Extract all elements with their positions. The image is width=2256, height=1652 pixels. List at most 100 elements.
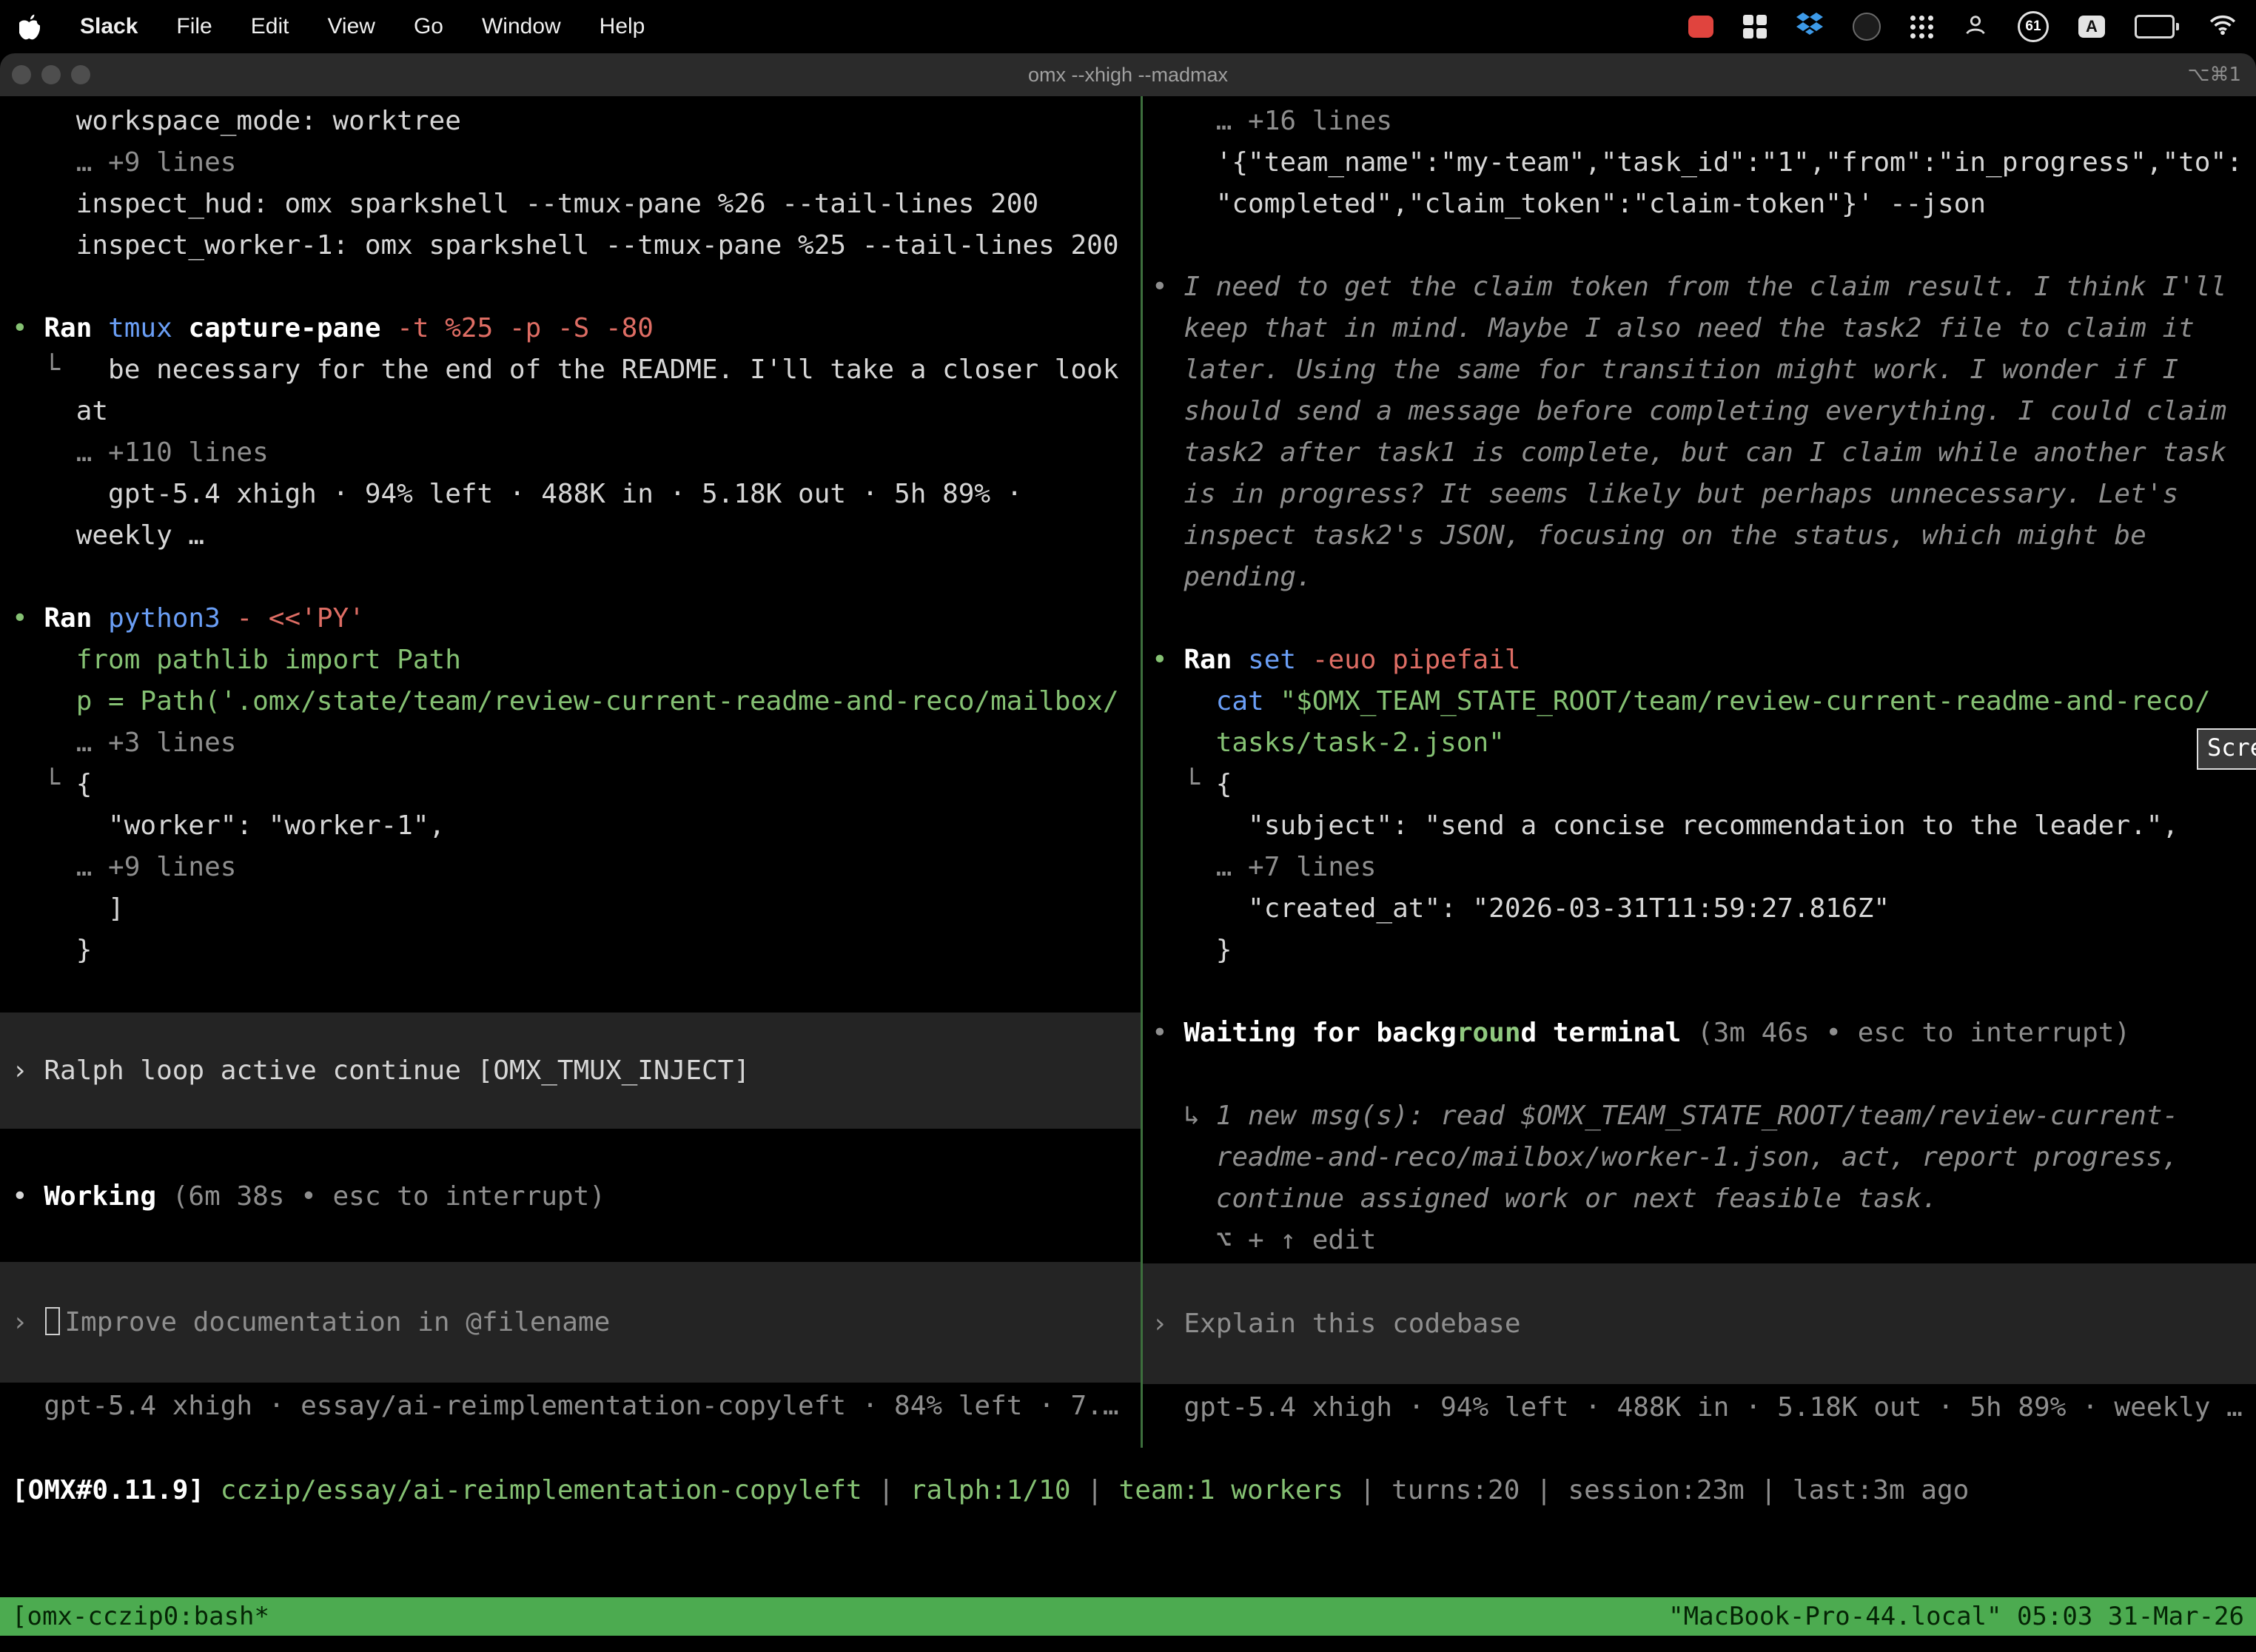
menu-app-name[interactable]: Slack [80,14,138,39]
text-segment: … +3 lines [12,728,236,758]
omx-branch: cczip/essay/ai-reimplementation-copyleft [221,1475,862,1505]
text-segment: … +9 lines [12,852,236,882]
input-source-icon[interactable]: A [2078,16,2105,38]
text-segment: • [1152,1018,1184,1048]
title-bar[interactable]: omx --xhigh --madmax ⌥⌘1 [0,53,2256,97]
terminal-line: └ be necessary for the end of the README… [12,349,1141,391]
text-segment: weekly … [12,520,204,551]
text-segment: d terminal [1521,1018,1697,1048]
omx-ralph-counter: ralph:1/10 [910,1475,1071,1505]
text-segment: inspect task2's JSON, focusing on the st… [1152,520,2146,551]
text-segment: (3m 46s • esc to interrupt) [1697,1018,2130,1048]
terminal-line: cat "$OMX_TEAM_STATE_ROOT/team/review-cu… [1152,681,2256,722]
text-segment: • [1152,645,1184,675]
text-segment [1152,686,1216,716]
battery-percent-icon[interactable]: 61 [2018,11,2049,42]
omx-last-activity: last:3m ago [1793,1475,1969,1505]
terminal-line: weekly … [12,515,1141,557]
terminal-line: "completed","claim_token":"claim-token"}… [1152,184,2256,225]
screen: Slack File Edit View Go Window Help [0,0,2256,1652]
terminal-line: … +9 lines [12,142,1141,184]
text-segment: … +16 lines [1152,106,1392,136]
text-segment: capture-pane [188,313,397,343]
tmux-panes: workspace_mode: worktree … +9 lines insp… [0,96,2256,1448]
menu-help[interactable]: Help [600,14,645,39]
text-segment: workspace_mode: worktree [12,106,461,136]
mailbox-notice-line: ↳ 1 new msg(s): read $OMX_TEAM_STATE_ROO… [1152,1095,2256,1137]
dropbox-icon[interactable] [1796,13,1823,41]
thinking-line: • I need to get the claim token from the… [1152,266,2256,308]
spacer [12,1129,1141,1176]
text-segment: task2 after task1 is complete, but can I… [1152,437,2226,468]
terminal-line [12,266,1141,308]
terminal-line: inspect_worker-1: omx sparkshell --tmux-… [12,225,1141,266]
terminal-line: p = Path('.omx/state/team/review-current… [12,681,1141,722]
omx-team-workers: team:1 workers [1119,1475,1343,1505]
terminal-line: workspace_mode: worktree [12,101,1141,142]
menu-edit[interactable]: Edit [251,14,289,39]
terminal-line: '{"team_name":"my-team","task_id":"1","f… [1152,142,2256,184]
text-segment: Waiting for backg [1184,1018,1456,1048]
terminal-line [1152,225,2256,266]
text-segment: "created_at": "2026-03-31T11:59:27.816Z" [1152,893,1890,924]
person-icon[interactable] [1963,13,1988,41]
text-segment: python3 [108,603,236,634]
prompt-input-band-text: › Explain this codebase [1152,1303,1521,1345]
text-segment: be necessary for the end of the README. … [76,355,1119,385]
prompt-input-band-text: › Improve documentation in @filename [12,1302,610,1343]
terminal-line: should send a message before completing … [1152,391,2256,432]
prompt-input-band[interactable]: › Improve documentation in @filename [0,1262,1141,1383]
terminal-line: tasks/task-2.json" [1152,722,2256,764]
text-segment: | [1343,1475,1391,1505]
wifi-icon[interactable] [2209,14,2237,40]
grid-dots-icon[interactable] [1910,16,1933,38]
queued-message-band[interactable]: › Ralph loop active continue [OMX_TMUX_I… [0,1013,1141,1129]
text-segment: "$OMX_TEAM_STATE_ROOT/team/review-curren… [1280,686,2210,716]
text-segment: set [1248,645,1312,675]
text-segment: later. Using the same for transition mig… [1152,355,2178,385]
terminal-line: at [12,391,1141,432]
window-title: omx --xhigh --madmax [0,53,2256,96]
text-segment: • [12,313,44,343]
text-segment: at [12,396,108,426]
menu-go[interactable]: Go [414,14,443,39]
window-grid-icon[interactable] [1743,15,1767,38]
menu-window[interactable]: Window [482,14,561,39]
terminal-line: └ { [12,764,1141,805]
menu-file[interactable]: File [176,14,212,39]
text-segment: … +7 lines [1152,852,1376,882]
text-segment: • [12,1181,44,1212]
text-segment: tasks/task-2.json" [1152,728,1505,758]
terminal-line: readme-and-reco/mailbox/worker-1.json, a… [1152,1137,2256,1178]
terminal-line: continue assigned work or next feasible … [1152,1178,2256,1220]
waiting-status-line: • Waiting for background terminal (3m 46… [1152,1013,2256,1054]
left-pane-content: workspace_mode: worktree … +9 lines insp… [12,101,1141,1427]
text-segment: Ran [44,313,108,343]
terminal-line: from pathlib import Path [12,639,1141,681]
screen-recording-icon[interactable] [1688,16,1713,38]
dark-app-icon[interactable] [1853,13,1881,41]
text-segment: ⌥ + ↑ edit [1152,1225,1376,1255]
apple-menu-icon[interactable] [19,13,41,40]
right-pane-content: … +16 lines '{"team_name":"my-team","tas… [1152,101,2256,1428]
menu-view[interactable]: View [327,14,375,39]
battery-percent-value: 61 [2025,19,2041,35]
right-pane[interactable]: … +16 lines '{"team_name":"my-team","tas… [1143,96,2256,1448]
menu-bar-status-icons: 61 A [1688,11,2237,42]
text-segment: … +9 lines [12,147,236,178]
text-segment: Ralph loop active continue [OMX_TMUX_INJ… [44,1055,750,1086]
terminal-line: task2 after task1 is complete, but can I… [1152,432,2256,474]
terminal-line [12,557,1141,598]
text-segment: › [1152,1309,1184,1339]
text-segment: inspect_worker-1: omx sparkshell --tmux-… [12,230,1119,261]
text-segment: (6m 38s • esc to interrupt) [172,1181,605,1212]
left-pane[interactable]: workspace_mode: worktree … +9 lines insp… [0,96,1141,1448]
window-shortcut-badge: ⌥⌘1 [2187,53,2241,96]
battery-icon[interactable] [2135,15,2179,38]
text-segment: Improve documentation in @filename [64,1307,610,1337]
text-segment: › [12,1307,44,1337]
text-segment: roun [1457,1018,1521,1048]
terminal-line: … +3 lines [12,722,1141,764]
terminal-window: omx --xhigh --madmax ⌥⌘1 workspace_mode:… [0,53,2256,1652]
prompt-input-band[interactable]: › Explain this codebase [1143,1263,2256,1384]
